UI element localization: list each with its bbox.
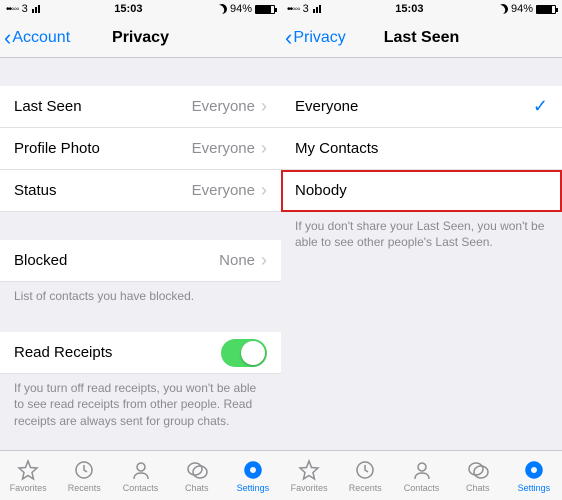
status-bar: ••◦◦◦ 3 15:03 94% — [281, 0, 562, 18]
tab-label: Contacts — [404, 483, 440, 493]
page-title: Privacy — [112, 29, 169, 47]
chevron-right-icon: › — [261, 138, 267, 159]
carrier-label: 3 — [303, 3, 309, 15]
chevron-left-icon: ‹ — [285, 27, 292, 49]
battery-percent: 94% — [230, 3, 252, 15]
wifi-icon — [32, 5, 40, 13]
pane-privacy: ••◦◦◦ 3 15:03 94% ‹ Account Privacy Last… — [0, 0, 281, 500]
option-label: Nobody — [295, 182, 347, 199]
tab-label: Settings — [518, 483, 551, 493]
clock-icon — [353, 459, 377, 481]
content: Everyone ✓ My Contacts Nobody If you don… — [281, 58, 562, 500]
tab-label: Contacts — [123, 483, 159, 493]
row-value: None — [219, 252, 255, 269]
row-blocked[interactable]: Blocked None › — [0, 240, 281, 282]
tab-label: Favorites — [291, 483, 328, 493]
row-read-receipts: Read Receipts — [0, 332, 281, 374]
chat-icon — [466, 459, 490, 481]
chevron-right-icon: › — [261, 180, 267, 201]
row-label: Blocked — [14, 252, 67, 269]
row-value: Everyone — [192, 98, 255, 115]
do-not-disturb-icon — [216, 3, 229, 16]
navbar: ‹ Privacy Last Seen — [281, 18, 562, 58]
tab-recents[interactable]: Recents — [56, 451, 112, 500]
tab-label: Recents — [68, 483, 101, 493]
row-label: Read Receipts — [14, 344, 112, 361]
carrier-label: 3 — [22, 3, 28, 15]
row-label: Profile Photo — [14, 140, 100, 157]
signal-icon: ••◦◦◦ — [6, 3, 19, 15]
row-label: Status — [14, 182, 57, 199]
tab-favorites[interactable]: Favorites — [281, 451, 337, 500]
option-my-contacts[interactable]: My Contacts — [281, 128, 562, 170]
page-title: Last Seen — [384, 29, 460, 47]
tab-bar: Favorites Recents Contacts Chats Setting… — [0, 450, 562, 500]
row-profile-photo[interactable]: Profile Photo Everyone › — [0, 128, 281, 170]
battery-icon — [255, 5, 275, 14]
option-nobody[interactable]: Nobody — [281, 170, 562, 212]
contact-icon — [410, 459, 434, 481]
contact-icon — [129, 459, 153, 481]
back-label: Account — [12, 29, 70, 47]
status-time: 15:03 — [114, 3, 142, 15]
row-value: Everyone — [192, 140, 255, 157]
checkmark-icon: ✓ — [533, 96, 548, 117]
last-seen-footer: If you don't share your Last Seen, you w… — [281, 212, 562, 250]
battery-percent: 94% — [511, 3, 533, 15]
signal-icon: ••◦◦◦ — [287, 3, 300, 15]
read-receipts-footer: If you turn off read receipts, you won't… — [0, 374, 281, 429]
gear-icon — [522, 459, 546, 481]
option-label: Everyone — [295, 98, 358, 115]
star-icon — [297, 459, 321, 481]
back-label: Privacy — [293, 29, 345, 47]
read-receipts-toggle[interactable] — [221, 339, 267, 367]
row-value: Everyone — [192, 182, 255, 199]
tab-settings[interactable]: Settings — [225, 451, 281, 500]
content: Last Seen Everyone › Profile Photo Every… — [0, 58, 281, 500]
back-button[interactable]: ‹ Account — [4, 18, 70, 57]
navbar: ‹ Account Privacy — [0, 18, 281, 58]
tab-contacts[interactable]: Contacts — [112, 451, 168, 500]
tab-label: Favorites — [10, 483, 47, 493]
blocked-footer: List of contacts you have blocked. — [0, 282, 281, 304]
status-time: 15:03 — [395, 3, 423, 15]
tab-label: Settings — [237, 483, 270, 493]
tab-chats[interactable]: Chats — [450, 451, 506, 500]
tab-contacts[interactable]: Contacts — [393, 451, 449, 500]
wifi-icon — [313, 5, 321, 13]
tab-label: Recents — [349, 483, 382, 493]
chevron-left-icon: ‹ — [4, 27, 11, 49]
tab-label: Chats — [466, 483, 490, 493]
star-icon — [16, 459, 40, 481]
do-not-disturb-icon — [497, 3, 510, 16]
battery-icon — [536, 5, 556, 14]
tab-chats[interactable]: Chats — [169, 451, 225, 500]
tab-favorites[interactable]: Favorites — [0, 451, 56, 500]
tab-settings[interactable]: Settings — [506, 451, 562, 500]
tab-recents[interactable]: Recents — [337, 451, 393, 500]
chevron-right-icon: › — [261, 250, 267, 271]
option-everyone[interactable]: Everyone ✓ — [281, 86, 562, 128]
pane-last-seen: ••◦◦◦ 3 15:03 94% ‹ Privacy Last Seen Ev… — [281, 0, 562, 500]
row-label: Last Seen — [14, 98, 82, 115]
chat-icon — [185, 459, 209, 481]
tab-label: Chats — [185, 483, 209, 493]
row-last-seen[interactable]: Last Seen Everyone › — [0, 86, 281, 128]
row-status[interactable]: Status Everyone › — [0, 170, 281, 212]
status-bar: ••◦◦◦ 3 15:03 94% — [0, 0, 281, 18]
chevron-right-icon: › — [261, 96, 267, 117]
clock-icon — [72, 459, 96, 481]
gear-icon — [241, 459, 265, 481]
back-button[interactable]: ‹ Privacy — [285, 18, 346, 57]
option-label: My Contacts — [295, 140, 378, 157]
